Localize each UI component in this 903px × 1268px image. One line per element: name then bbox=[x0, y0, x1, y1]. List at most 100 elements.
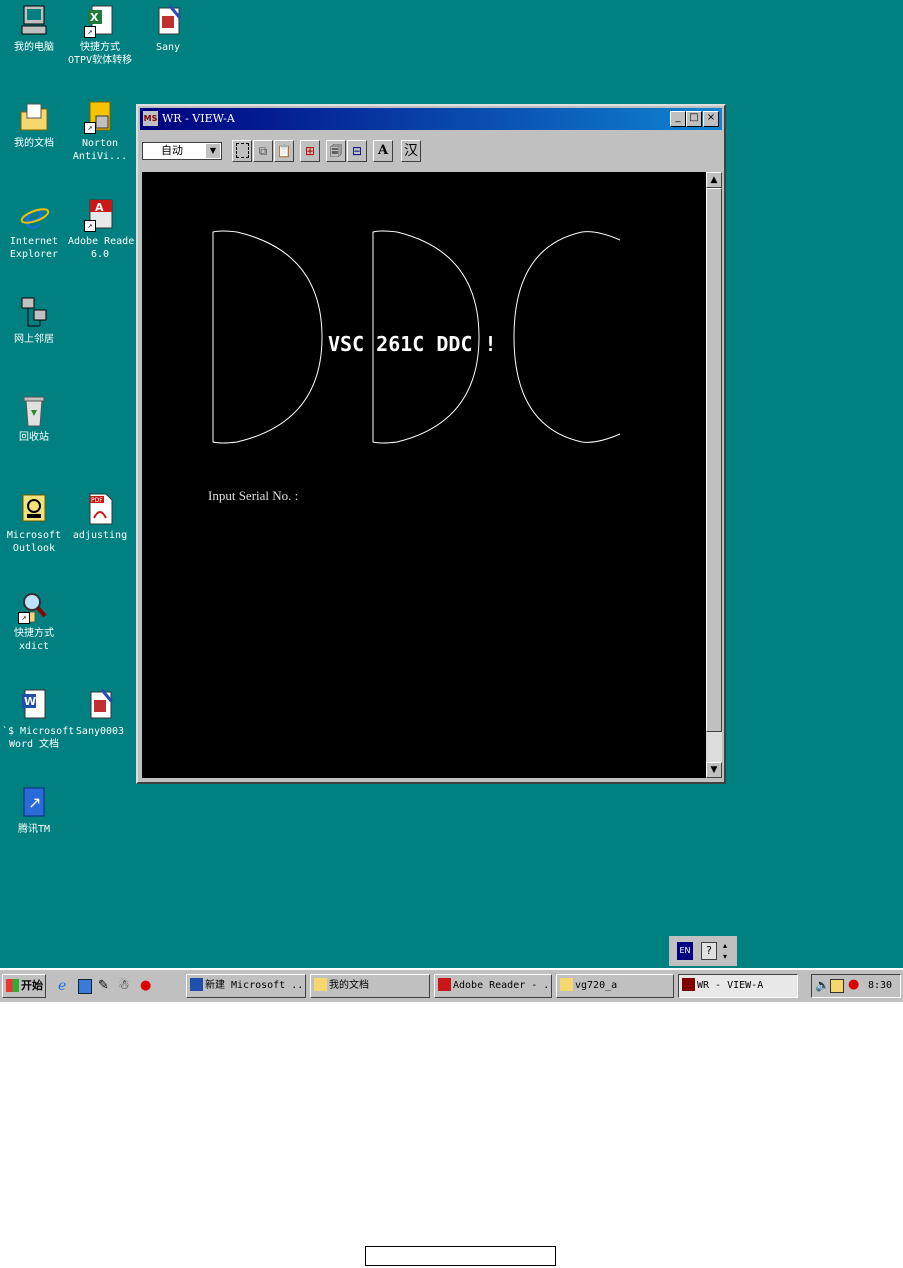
desktop-icon-internet-explorer[interactable]: e Internet Explorer bbox=[2, 197, 66, 261]
outlook-icon bbox=[18, 492, 50, 526]
antivirus-tray-icon[interactable]: ● bbox=[848, 977, 859, 992]
desktop-icon-my-documents[interactable]: 我的文档 bbox=[2, 100, 66, 150]
qq-quicklaunch-icon[interactable]: ☃ bbox=[118, 978, 130, 993]
ie-quicklaunch-icon[interactable]: e bbox=[58, 978, 66, 994]
icon-label: 快捷方式 bbox=[80, 42, 120, 53]
ime-help-button[interactable]: ? bbox=[701, 942, 717, 960]
select-icon bbox=[235, 143, 249, 158]
volume-icon[interactable]: 🔈 bbox=[815, 978, 830, 992]
image-file-icon bbox=[84, 688, 116, 722]
fullscreen-button[interactable]: ⊞ bbox=[300, 140, 320, 162]
taskbar-button-label: vg720_a bbox=[575, 980, 618, 991]
font-size-select[interactable]: 自动 ▼ bbox=[142, 142, 222, 160]
shortcut-arrow-icon: ↗ bbox=[18, 612, 30, 624]
edit-quicklaunch-icon[interactable]: ✎ bbox=[98, 978, 109, 993]
desktop-icon-outlook[interactable]: Microsoft Outlook bbox=[2, 492, 66, 555]
outlook-quicklaunch-icon[interactable] bbox=[78, 979, 92, 994]
internet-explorer-icon: e bbox=[18, 197, 50, 237]
paste-icon: 📋 bbox=[276, 144, 292, 158]
antivirus-quicklaunch-icon[interactable]: ● bbox=[140, 978, 151, 993]
scroll-down-button[interactable]: ▼ bbox=[706, 762, 722, 778]
taskbar-button-label: Adobe Reader - ... bbox=[453, 980, 552, 991]
icon-label: Outlook bbox=[12, 543, 56, 554]
icon-label: 我的电脑 bbox=[14, 42, 54, 53]
desktop-icon-word-doc[interactable]: W `$ Microsoft Word 文档 bbox=[2, 688, 74, 751]
ime-options-icon[interactable]: ▴ ▾ bbox=[723, 940, 727, 962]
desktop-icon-network[interactable]: 网上邻居 bbox=[2, 296, 66, 346]
background-button[interactable]: ⊟ bbox=[347, 140, 367, 162]
svg-text:W: W bbox=[24, 695, 36, 708]
taskbar-button-adobe-reader[interactable]: Adobe Reader - ... bbox=[434, 974, 552, 998]
desktop-icon-xdict[interactable]: ↗ 快捷方式 xdict bbox=[2, 590, 66, 653]
icon-label: Microsoft bbox=[6, 530, 62, 541]
pdf-document-icon: PDF bbox=[84, 492, 116, 526]
window-title-bar[interactable]: MS WR - VIEW-A _ □ × bbox=[140, 108, 722, 130]
icon-label: 6.0 bbox=[90, 249, 110, 260]
icon-label: 快捷方式 bbox=[14, 628, 54, 639]
background-icon: ⊟ bbox=[351, 144, 363, 158]
icon-label: Internet bbox=[9, 236, 59, 247]
icon-label: Word 文档 bbox=[8, 739, 60, 750]
taskbar-button-vg720[interactable]: vg720_a bbox=[556, 974, 674, 998]
windows-logo-icon bbox=[6, 978, 19, 992]
properties-icon: 🗐 bbox=[330, 144, 342, 158]
desktop-icon-otpv-shortcut[interactable]: X ↗ 快捷方式 OTPV软体转移 bbox=[68, 4, 132, 67]
icon-label: Explorer bbox=[9, 249, 59, 260]
serial-prompt: Input Serial No. : bbox=[208, 488, 299, 503]
image-file-icon bbox=[152, 4, 184, 38]
banner-text: VSC 261C DDC ! bbox=[328, 332, 497, 356]
magnifier-icon: ↗ bbox=[18, 590, 50, 624]
taskbar-button-my-documents[interactable]: 我的文档 bbox=[310, 974, 430, 998]
scroll-up-button[interactable]: ▲ bbox=[706, 172, 722, 188]
desktop-icon-recycle-bin[interactable]: 回收站 bbox=[2, 394, 66, 444]
desktop-icon-my-computer[interactable]: 我的电脑 bbox=[2, 4, 66, 54]
shortcut-arrow-icon: ↗ bbox=[84, 26, 96, 38]
desktop-icon-norton[interactable]: ↗ Norton AntiVi... bbox=[68, 100, 132, 163]
icon-label: Sany0003 bbox=[75, 726, 125, 737]
icon-label: Norton bbox=[81, 138, 119, 149]
clock[interactable]: 8:30 bbox=[868, 979, 892, 993]
svg-text:A: A bbox=[95, 201, 104, 214]
scroll-thumb[interactable] bbox=[706, 188, 722, 732]
network-icon bbox=[18, 296, 50, 330]
taskbar-button-word[interactable]: 新建 Microsoft ... bbox=[186, 974, 306, 998]
desktop-icon-adobe-reader[interactable]: A ↗ Adobe Reader 6.0 bbox=[68, 198, 140, 261]
svg-text:PDF: PDF bbox=[91, 497, 103, 504]
adobe-reader-icon: A ↗ bbox=[84, 198, 116, 232]
vertical-scrollbar[interactable]: ▲ ▼ bbox=[706, 172, 722, 778]
ddc-logo-letters: DDC bbox=[142, 172, 143, 173]
maximize-button[interactable]: □ bbox=[686, 111, 702, 127]
desktop-icon-adjusting-pdf[interactable]: PDF adjusting bbox=[68, 492, 132, 542]
word-icon bbox=[190, 977, 203, 991]
close-button[interactable]: × bbox=[703, 111, 719, 127]
desktop-icon-qq[interactable]: ↗ 腾讯TM bbox=[2, 786, 66, 836]
paste-button[interactable]: 📋 bbox=[274, 140, 294, 162]
icon-label: Sany bbox=[155, 42, 181, 53]
minimize-button[interactable]: _ bbox=[670, 111, 686, 127]
desktop-icon-sany0003[interactable]: Sany0003 bbox=[68, 688, 132, 738]
dropdown-arrow-icon[interactable]: ▼ bbox=[206, 144, 220, 158]
icon-label: 网上邻居 bbox=[14, 334, 54, 345]
language-indicator[interactable]: EN bbox=[677, 942, 693, 960]
desktop-icon-sany[interactable]: Sany bbox=[136, 4, 200, 54]
folder-icon bbox=[560, 977, 573, 991]
copy-button[interactable]: ⧉ bbox=[253, 140, 273, 162]
ime-language-bar[interactable]: EN ? ▴ ▾ bbox=[669, 936, 737, 966]
desktop: 我的电脑 我的文档 e Internet Explorer 网上邻居 回收站 M… bbox=[0, 0, 903, 968]
icon-label: adjusting bbox=[72, 530, 128, 541]
window-title: WR - VIEW-A bbox=[162, 112, 235, 125]
chinese-input-button[interactable]: 汉 bbox=[401, 140, 421, 162]
console-screen[interactable]: DDC VSC 261C DDC ! Input Serial No. : bbox=[142, 172, 706, 778]
properties-button[interactable]: 🗐 bbox=[326, 140, 346, 162]
computer-icon bbox=[18, 4, 50, 38]
icon-label: AntiVi... bbox=[72, 151, 128, 162]
start-button[interactable]: 开始 bbox=[2, 974, 46, 998]
font-size-value: 自动 bbox=[161, 144, 183, 157]
copy-icon: ⧉ bbox=[258, 144, 268, 158]
taskbar-button-wr-view[interactable]: WR - VIEW-A bbox=[678, 974, 798, 998]
icon-label: xdict bbox=[18, 641, 50, 652]
wr-app-icon bbox=[682, 977, 695, 991]
font-button[interactable]: A bbox=[373, 140, 393, 162]
select-tool-button[interactable] bbox=[232, 140, 252, 162]
network-tray-icon[interactable] bbox=[830, 979, 844, 993]
